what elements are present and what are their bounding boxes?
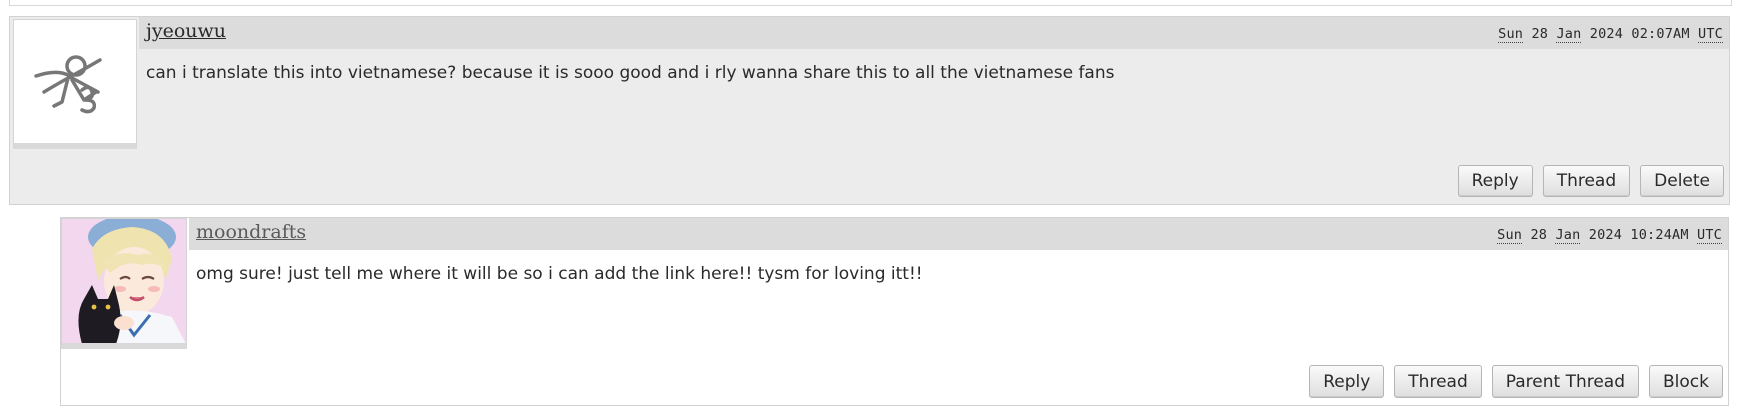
thread-button[interactable]: Thread (1542, 165, 1631, 197)
avatar[interactable] (61, 218, 187, 349)
posted-datetime: Sun 28 Jan 2024 10:24AM UTC (1497, 227, 1722, 244)
timezone: UTC (1697, 227, 1722, 244)
comment-text: omg sure! just tell me where it will be … (196, 264, 923, 284)
reply-button[interactable]: Reply (1309, 365, 1385, 398)
thread-button[interactable]: Thread (1394, 365, 1482, 398)
timezone: UTC (1698, 26, 1723, 43)
time: 10:24AM (1630, 227, 1689, 243)
day: 28 (1530, 227, 1548, 243)
comment: jyeouwu Sun 28 Jan 2024 02:07AM UTC can … (9, 16, 1730, 205)
parent-thread-button[interactable]: Parent Thread (1491, 365, 1640, 398)
author-link[interactable]: jyeouwu (146, 20, 226, 42)
delete-button[interactable]: Delete (1640, 165, 1724, 197)
day: 28 (1531, 26, 1549, 42)
time: 02:07AM (1631, 26, 1690, 42)
posted-datetime: Sun 28 Jan 2024 02:07AM UTC (1498, 26, 1723, 43)
weekday: Sun (1497, 227, 1523, 244)
year: 2024 (1588, 227, 1623, 243)
weekday: Sun (1498, 26, 1524, 43)
comment-header: jyeouwu Sun 28 Jan 2024 02:07AM UTC (139, 17, 1729, 49)
previous-comment-edge (9, 0, 1732, 6)
comment-actions: Reply Thread Delete (1457, 165, 1724, 197)
reply-button[interactable]: Reply (1457, 165, 1533, 197)
block-button[interactable]: Block (1649, 365, 1723, 398)
anime-portrait-with-cat (62, 219, 186, 343)
avatar[interactable] (13, 19, 137, 149)
reply-comment: moondrafts Sun 28 Jan 2024 10:24AM UTC o… (60, 217, 1729, 406)
sketch-logo-icon (14, 20, 132, 138)
comment-text: can i translate this into vietnamese? be… (146, 63, 1115, 83)
comment-actions: Reply Thread Parent Thread Block (1309, 365, 1723, 398)
author-link[interactable]: moondrafts (196, 221, 306, 243)
year: 2024 (1589, 26, 1624, 42)
comment-header: moondrafts Sun 28 Jan 2024 10:24AM UTC (189, 218, 1728, 250)
month: Jan (1555, 227, 1581, 244)
month: Jan (1556, 26, 1582, 43)
